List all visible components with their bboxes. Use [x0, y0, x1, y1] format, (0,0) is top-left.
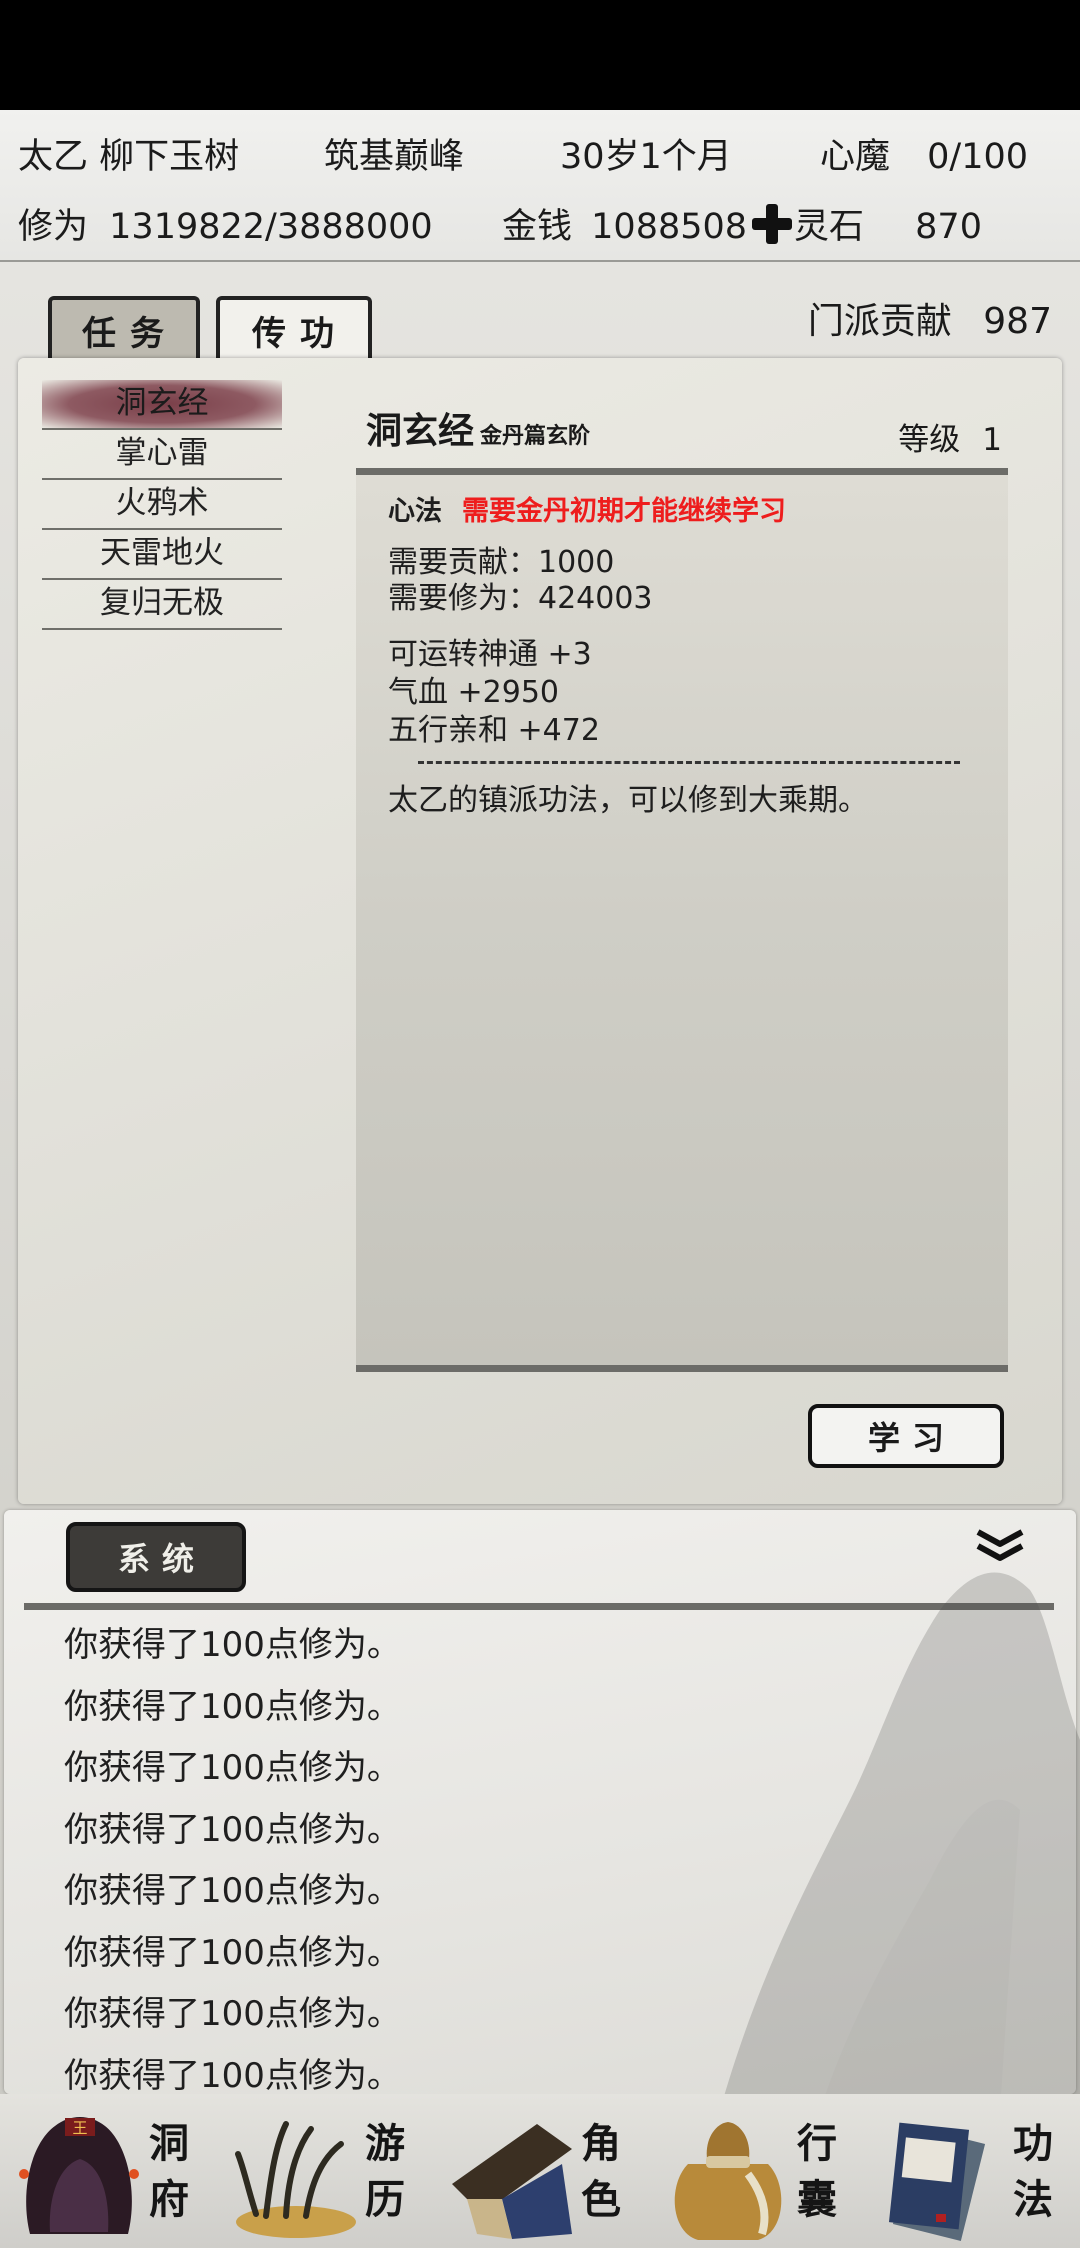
skill-description: 太乙的镇派功法，可以修到大乘期。 [388, 783, 868, 818]
books-icon [888, 2122, 986, 2241]
skill-detail: 心法 需要金丹初期才能继续学习 需要贡献：1000 需要修为：424003 可运转… [356, 468, 1008, 1372]
contribution-value: 987 [983, 301, 1052, 342]
sect-contribution: 门派贡献 987 [808, 292, 1052, 344]
money-value: 1088508 [591, 207, 748, 247]
bonus-line: 五行亲和 +472 [388, 713, 600, 748]
nav-character-label: 角色 [581, 2120, 621, 2223]
spirit-stone-value: 870 [915, 207, 982, 247]
nav-cave-label: 洞府 [149, 2120, 189, 2223]
heart-demon-value: 0/100 [927, 137, 1029, 177]
nav-bag-label: 行囊 [797, 2120, 837, 2223]
skill-level: 等级 1 [898, 414, 1002, 459]
log-line: 你获得了100点修为。 [64, 1625, 401, 1665]
cave-dwelling-icon: 王 [19, 2117, 139, 2234]
skill-type: 心法 [388, 496, 442, 527]
need-cultivation: 需要修为：424003 [388, 581, 653, 616]
log-line: 你获得了100点修为。 [64, 1748, 401, 1788]
skill-panel: 洞玄经 掌心雷 火鸦术 天雷地火 复归无极 洞玄经 金丹篇玄阶 等级 1 心法 需要金… [18, 358, 1062, 1504]
tab-system[interactable]: 系统 [66, 1522, 246, 1592]
cultivation-value: 1319822/3888000 [109, 207, 433, 247]
skill-list-item[interactable]: 掌心雷 [42, 430, 282, 480]
log-line: 你获得了100点修为。 [64, 1932, 401, 1973]
travel-grass-icon [235, 2121, 356, 2238]
bottom-nav: 王 洞府 游历 角色 行囊 功法 [0, 2094, 1080, 2248]
requirement-warning: 需要金丹初期才能继续学习 [462, 496, 786, 527]
nav-character[interactable]: 角色 [432, 2094, 648, 2248]
nav-techniques[interactable]: 功法 [864, 2094, 1080, 2248]
player-info-header: 太乙 柳下玉树 筑基巅峰 30岁1个月 心魔 0/100 修为 1319822/… [0, 110, 1080, 262]
player-name: 太乙 柳下玉树 [18, 137, 240, 177]
player-realm: 筑基巅峰 [324, 137, 465, 177]
character-hat-icon [452, 2124, 572, 2239]
cultivation-label: 修为 [18, 207, 89, 247]
skill-name: 洞玄经 [366, 410, 475, 452]
player-age: 30岁1个月 [560, 137, 732, 177]
log-line: 你获得了100点修为。 [64, 1809, 401, 1850]
dashed-divider [418, 761, 960, 764]
skill-list-item[interactable]: 复归无极 [42, 580, 282, 630]
learn-button[interactable]: 学习 [808, 1404, 1004, 1468]
log-line: 你获得了100点修为。 [64, 1994, 401, 2034]
cultivation: 修为 1319822/3888000 [18, 198, 433, 249]
skill-list-item[interactable]: 火鸦术 [42, 480, 282, 530]
skill-requirement-line: 心法 需要金丹初期才能继续学习 [388, 489, 786, 528]
log-list[interactable]: 你获得了100点修为。 你获得了100点修为。 你获得了100点修为。 你获得了… [64, 1615, 401, 2107]
svg-text:王: 王 [72, 2119, 87, 2137]
log-line: 你获得了100点修为。 [64, 1686, 401, 1727]
nav-cave[interactable]: 王 洞府 [0, 2094, 216, 2248]
contribution-label: 门派贡献 [807, 301, 952, 342]
status-bar [0, 0, 1080, 110]
bag-icon [674, 2122, 782, 2240]
skill-subtitle: 金丹篇玄阶 [480, 423, 591, 449]
log-line: 你获得了100点修为。 [64, 1871, 401, 1911]
money-label: 金钱 [502, 207, 573, 247]
heart-demon: 心魔 0/100 [820, 128, 1028, 179]
spirit-stone: 灵石 870 [750, 198, 982, 249]
skill-list: 洞玄经 掌心雷 火鸦术 天雷地火 复归无极 [42, 380, 282, 630]
skill-title: 洞玄经 金丹篇玄阶 [366, 402, 590, 454]
skill-list-item[interactable]: 天雷地火 [42, 530, 282, 580]
nav-travel[interactable]: 游历 [216, 2094, 432, 2248]
level-label: 等级 [898, 422, 961, 458]
nav-techniques-label: 功法 [1013, 2120, 1053, 2223]
heart-demon-label: 心魔 [820, 137, 891, 177]
money: 金钱 1088508 [502, 198, 747, 249]
spirit-stone-label: 灵石 [794, 207, 865, 247]
ink-mountain-decoration [720, 1572, 1080, 2110]
skill-list-item[interactable]: 洞玄经 [42, 380, 282, 430]
nav-travel-label: 游历 [365, 2120, 405, 2223]
tab-transmit[interactable]: 传功 [216, 296, 372, 360]
level-value: 1 [982, 422, 1002, 458]
nav-bag[interactable]: 行囊 [648, 2094, 864, 2248]
plus-icon[interactable] [752, 204, 792, 244]
tab-tasks[interactable]: 任务 [48, 296, 200, 360]
